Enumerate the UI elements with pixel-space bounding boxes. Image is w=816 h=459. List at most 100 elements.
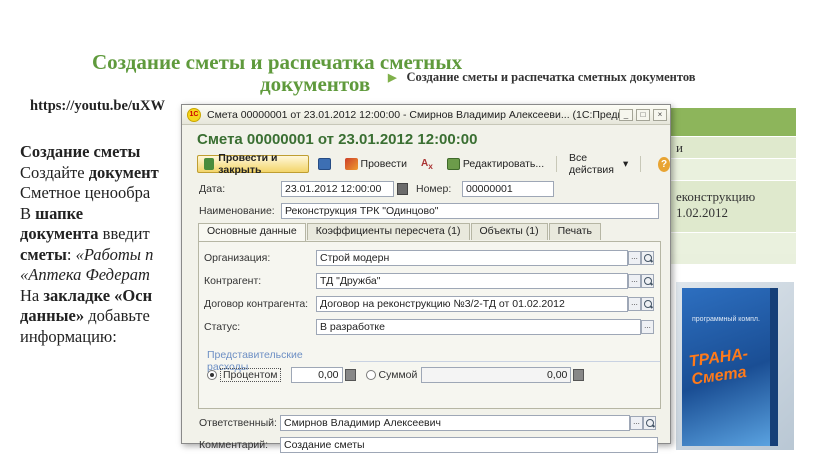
status-field[interactable]: В разработке	[316, 319, 641, 335]
table-header	[662, 108, 796, 136]
contract-select-button[interactable]: ...	[628, 297, 641, 311]
name-field[interactable]: Реконструкция ТРК "Одинцово"	[281, 203, 659, 219]
video-link[interactable]: https://youtu.be/uXW	[30, 98, 165, 115]
body-line: Создание сметы	[20, 142, 141, 161]
body-line: документа	[20, 224, 99, 243]
name-row: Наименование: Реконструкция ТРК "Одинцов…	[199, 203, 659, 219]
edit-button[interactable]: Редактировать...	[442, 155, 549, 173]
post-and-close-button[interactable]: Провести и закрыть	[197, 152, 309, 176]
table-row: и	[662, 136, 796, 158]
tab-print[interactable]: Печать	[548, 223, 601, 240]
contractor-row: Контрагент: ТД "Дружба" ...	[204, 273, 654, 289]
tab-main-data[interactable]: Основные данные	[198, 223, 306, 241]
software-box-image: программный компл. ТРАНА-Смета	[676, 282, 794, 450]
number-label: Номер:	[416, 183, 452, 195]
comment-label: Комментарий:	[199, 439, 269, 451]
contractor-label: Контрагент:	[204, 275, 262, 287]
post-and-close-label: Провести и закрыть	[218, 152, 278, 176]
body-line: В	[20, 203, 36, 223]
calculator-icon[interactable]	[573, 369, 585, 381]
date-label: Дата:	[199, 183, 226, 195]
all-actions-menu[interactable]: Все действия ▾	[564, 152, 633, 176]
responsible-row: Ответственный: Смирнов Владимир Алексеев…	[199, 415, 656, 431]
percent-label[interactable]: Процентом	[220, 368, 281, 382]
help-button[interactable]: ?	[658, 156, 670, 172]
cancel-posting-button[interactable]: Ax	[416, 155, 438, 173]
post-label: Провести	[360, 158, 407, 170]
percent-field[interactable]: 0,00	[290, 367, 343, 383]
cancel-posting-icon: Ax	[420, 158, 433, 171]
table-row	[662, 158, 796, 180]
table-row: еконструкцию 1.02.2012	[662, 180, 796, 232]
minimize-button[interactable]: _	[619, 108, 633, 121]
box-tagline: программный компл.	[692, 316, 760, 323]
sum-radio[interactable]	[365, 370, 376, 380]
post-document-icon	[344, 158, 358, 170]
responsible-select-button[interactable]: ...	[630, 416, 643, 430]
box-logo: ТРАНА-Смета	[687, 345, 750, 389]
search-icon[interactable]	[641, 251, 654, 265]
body-line: добавьте	[84, 306, 150, 325]
table-cell: еконструкцию	[676, 189, 756, 204]
search-icon[interactable]	[641, 297, 654, 311]
slide-body-text: Создание сметы Создайте документ Сметное…	[20, 142, 190, 347]
maximize-button[interactable]: □	[636, 108, 650, 121]
tab-coefficients[interactable]: Коэффициенты пересчета (1)	[306, 223, 470, 240]
document-title: Смета 00000001 от 23.01.2012 12:00:00	[197, 131, 478, 148]
body-line: информацию:	[20, 326, 117, 346]
table-cell: 1.02.2012	[676, 205, 728, 220]
edit-label: Редактировать...	[462, 158, 545, 170]
sum-field[interactable]: 0,00	[421, 367, 572, 383]
body-line: Создайте	[20, 162, 89, 182]
date-field[interactable]: 23.01.2012 12:00:00	[281, 181, 394, 197]
slide-bullet-text: Создание сметы и распечатка сметных доку…	[406, 70, 696, 84]
body-line: «Аптека Федерат	[20, 265, 150, 284]
body-line: На	[20, 285, 44, 305]
group-divider	[350, 360, 660, 362]
body-line: :	[66, 244, 76, 264]
status-row: Статус: В разработке ...	[204, 319, 654, 335]
status-select-button[interactable]: ...	[641, 320, 654, 334]
comment-row: Комментарий: Создание сметы	[199, 437, 658, 453]
number-field[interactable]: 00000001	[462, 181, 554, 197]
contractor-select-button[interactable]: ...	[628, 274, 641, 288]
edit-icon	[446, 158, 460, 170]
table-row	[662, 232, 796, 254]
close-button[interactable]: ×	[653, 108, 667, 121]
chevron-down-icon: ▾	[622, 158, 629, 170]
comment-field[interactable]: Создание сметы	[280, 437, 658, 453]
responsible-label: Ответственный:	[199, 417, 277, 429]
save-button[interactable]	[313, 155, 336, 173]
contract-row: Договор контрагента: Договор на реконстр…	[204, 296, 654, 312]
percent-radio[interactable]	[207, 370, 217, 380]
organization-select-button[interactable]: ...	[628, 251, 641, 265]
tab-objects[interactable]: Объекты (1)	[470, 223, 548, 240]
calculator-icon[interactable]	[344, 369, 356, 381]
organization-row: Организация: Строй модерн ...	[204, 250, 654, 266]
responsible-field[interactable]: Смирнов Владимир Алексеевич	[280, 415, 630, 431]
body-line: закладке «Осн	[43, 285, 153, 305]
window-titlebar[interactable]: 1С Смета 00000001 от 23.01.2012 12:00:00…	[182, 105, 670, 125]
contractor-field[interactable]: ТД "Дружба"	[316, 273, 628, 289]
1c-logo-icon: 1С	[187, 107, 201, 122]
name-label: Наименование:	[199, 205, 275, 217]
organization-label: Организация:	[204, 252, 271, 264]
post-button[interactable]: Провести	[340, 155, 412, 173]
calendar-icon[interactable]	[397, 183, 408, 195]
contract-field[interactable]: Договор на реконструкцию №3/2-ТД от 01.0…	[316, 296, 628, 312]
all-actions-label: Все действия	[568, 152, 614, 176]
organization-field[interactable]: Строй модерн	[316, 250, 628, 266]
body-line: сметы	[20, 244, 67, 264]
body-line: «Работы п	[75, 244, 154, 264]
save-icon	[317, 158, 331, 170]
tab-bar: Основные данные Коэффициенты пересчета (…	[198, 223, 602, 241]
estimate-window: 1С Смета 00000001 от 23.01.2012 12:00:00…	[181, 104, 671, 453]
search-icon[interactable]	[641, 274, 654, 288]
body-line: Сметное ценообра	[20, 183, 151, 202]
post-icon	[204, 158, 215, 170]
search-icon[interactable]	[643, 416, 656, 430]
body-line: шапке	[35, 203, 84, 223]
main-data-panel: Организация: Строй модерн ... Контрагент…	[198, 241, 661, 409]
contract-label: Договор контрагента:	[204, 298, 309, 310]
bullet-triangle-icon: ▶	[388, 72, 397, 84]
